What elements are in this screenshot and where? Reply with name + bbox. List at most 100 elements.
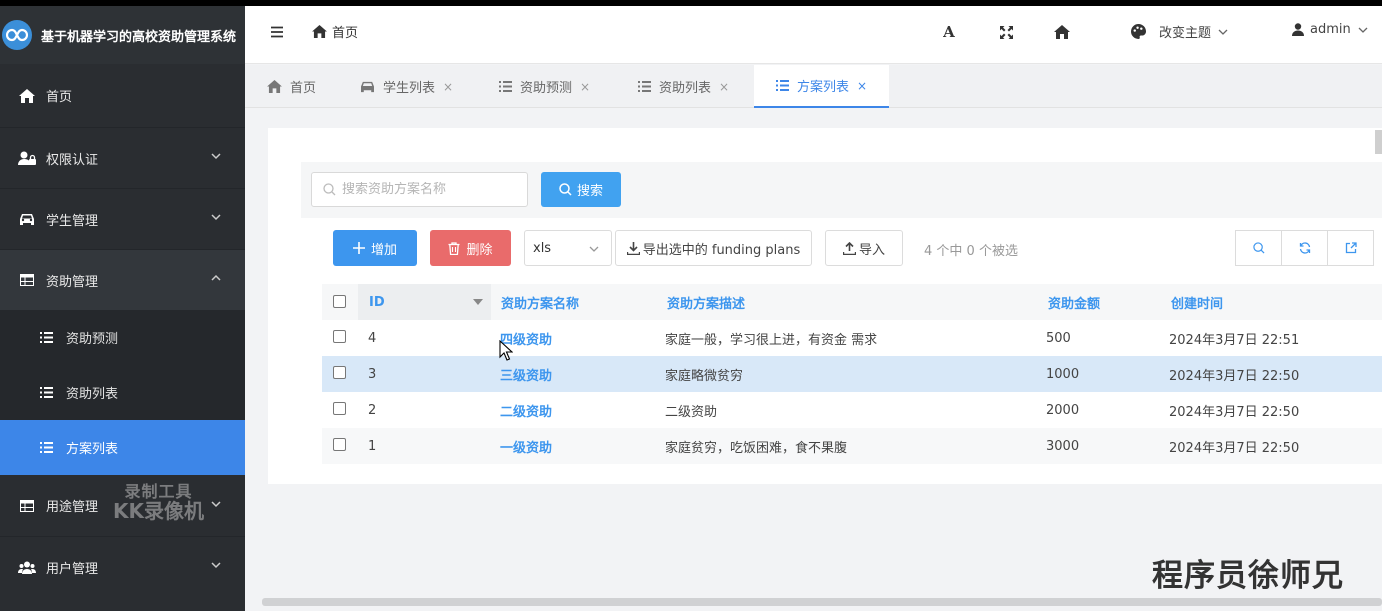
user-lock-icon bbox=[18, 150, 36, 166]
car-icon bbox=[18, 211, 36, 227]
fullscreen-icon[interactable] bbox=[998, 24, 1014, 40]
cell-amount: 2000 bbox=[1046, 402, 1080, 418]
home-icon[interactable] bbox=[1054, 24, 1070, 40]
tab-funding-predict[interactable]: 资助预测 × bbox=[499, 65, 590, 108]
sidebar-item-usage[interactable]: 用途管理 bbox=[0, 475, 245, 536]
chevron-down-icon bbox=[211, 153, 221, 160]
app-title: 基于机器学习的高校资助管理系统 bbox=[41, 29, 237, 45]
tab-plan-list[interactable]: 方案列表 × bbox=[754, 65, 890, 108]
tab-label: 资助列表 bbox=[659, 81, 712, 96]
sidebar-item-funding[interactable]: 资助管理 bbox=[0, 249, 245, 310]
vertical-scrollbar[interactable] bbox=[1375, 130, 1382, 154]
sidebar-item-auth[interactable]: 权限认证 bbox=[0, 127, 245, 188]
font-size-icon[interactable]: A bbox=[941, 23, 957, 41]
sidebar-item-students[interactable]: 学生管理 bbox=[0, 188, 245, 249]
search-button[interactable]: 搜索 bbox=[541, 172, 621, 207]
cell-id: 2 bbox=[368, 402, 377, 418]
sidebar-item-home[interactable]: 首页 bbox=[0, 64, 245, 127]
list-icon bbox=[499, 81, 512, 92]
toggle-search-button[interactable] bbox=[1235, 230, 1282, 266]
horizontal-scrollbar[interactable] bbox=[262, 598, 1382, 606]
refresh-icon bbox=[1299, 242, 1310, 254]
select-all-checkbox[interactable] bbox=[333, 295, 346, 308]
sidebar-item-label: 权限认证 bbox=[46, 152, 99, 168]
table-header: ID 资助方案名称 资助方案描述 资助金额 创建时间 bbox=[322, 284, 1382, 320]
column-header-desc[interactable]: 资助方案描述 bbox=[667, 284, 745, 320]
cell-name-link[interactable]: 二级资助 bbox=[500, 392, 552, 428]
search-field[interactable] bbox=[342, 182, 512, 197]
breadcrumb[interactable]: 首页 bbox=[312, 22, 358, 41]
sidebar-item-funding-list[interactable]: 资助列表 bbox=[0, 365, 245, 420]
list-icon bbox=[40, 442, 54, 454]
refresh-button[interactable] bbox=[1281, 230, 1328, 266]
tab-label: 首页 bbox=[290, 81, 317, 96]
close-icon[interactable]: × bbox=[580, 80, 590, 94]
table-row[interactable]: 2 二级资助 二级资助 2000 2024年3月7日 22:50 bbox=[322, 392, 1382, 428]
author-watermark: 程序员徐师兄 bbox=[1152, 558, 1344, 594]
row-checkbox[interactable] bbox=[333, 330, 346, 343]
delete-button[interactable]: 删除 bbox=[430, 230, 511, 266]
app-screen: 基于机器学习的高校资助管理系统 首页 权限认证 学生管理 资助管理 资助预测 资 bbox=[0, 6, 1382, 611]
close-icon[interactable]: × bbox=[719, 80, 729, 94]
tab-student-list[interactable]: 学生列表 × bbox=[360, 65, 453, 108]
cell-amount: 1000 bbox=[1046, 366, 1080, 382]
table-tools bbox=[1235, 230, 1374, 266]
add-button[interactable]: 增加 bbox=[333, 230, 417, 266]
cell-name-link[interactable]: 一级资助 bbox=[500, 428, 552, 464]
user-icon bbox=[1292, 23, 1304, 36]
table-icon bbox=[18, 272, 36, 288]
export-format-value: xls bbox=[533, 240, 552, 256]
table-row[interactable]: 3 三级资助 家庭略微贫穷 1000 2024年3月7日 22:50 bbox=[322, 356, 1382, 392]
export-button[interactable]: 导出选中的 funding plans bbox=[615, 230, 812, 266]
column-header-created[interactable]: 创建时间 bbox=[1171, 284, 1223, 320]
users-icon bbox=[18, 559, 36, 575]
tab-funding-list[interactable]: 资助列表 × bbox=[638, 65, 729, 108]
sidebar-item-plan-list[interactable]: 方案列表 bbox=[0, 420, 245, 475]
upload-icon bbox=[842, 241, 856, 255]
search-icon bbox=[1252, 242, 1265, 254]
sidebar-item-label: 资助管理 bbox=[46, 274, 99, 290]
table-row[interactable]: 4 四级资助 家庭一般，学习很上进，有资金 需求 500 2024年3月7日 2… bbox=[322, 320, 1382, 356]
chevron-down-icon bbox=[1358, 27, 1368, 33]
cell-desc: 二级资助 bbox=[665, 404, 718, 420]
add-button-label: 增加 bbox=[370, 242, 397, 258]
palette-icon bbox=[1131, 24, 1146, 39]
home-icon bbox=[18, 88, 36, 104]
cell-created: 2024年3月7日 22:50 bbox=[1169, 440, 1300, 456]
export-button-label: 导出选中的 funding plans bbox=[642, 242, 801, 258]
sidebar-item-users[interactable]: 用户管理 bbox=[0, 536, 245, 597]
cell-created: 2024年3月7日 22:50 bbox=[1169, 368, 1300, 384]
car-icon bbox=[361, 81, 374, 93]
import-button-label: 导入 bbox=[858, 242, 885, 258]
row-checkbox[interactable] bbox=[333, 402, 346, 415]
close-icon[interactable]: × bbox=[857, 79, 867, 93]
close-icon[interactable]: × bbox=[443, 80, 453, 94]
table-row[interactable]: 1 一级资助 家庭贫穷，吃饭困难，食不果腹 3000 2024年3月7日 22:… bbox=[322, 428, 1382, 464]
search-icon bbox=[559, 183, 572, 196]
user-menu[interactable]: admin bbox=[1292, 22, 1374, 37]
tab-home[interactable]: 首页 bbox=[267, 65, 316, 108]
row-checkbox[interactable] bbox=[333, 438, 346, 451]
menu-toggle-icon[interactable] bbox=[270, 25, 284, 39]
mouse-cursor-icon bbox=[499, 340, 513, 361]
search-input[interactable] bbox=[311, 172, 528, 207]
list-icon bbox=[776, 80, 789, 91]
column-header-amount[interactable]: 资助金额 bbox=[1048, 284, 1100, 320]
sidebar: 基于机器学习的高校资助管理系统 首页 权限认证 学生管理 资助管理 资助预测 资 bbox=[0, 6, 245, 611]
column-header-name[interactable]: 资助方案名称 bbox=[501, 284, 579, 320]
chevron-down-icon bbox=[589, 246, 599, 252]
list-icon bbox=[40, 332, 54, 344]
import-button[interactable]: 导入 bbox=[825, 230, 903, 266]
column-header-id[interactable]: ID bbox=[369, 284, 385, 320]
theme-switcher[interactable]: 改变主题 bbox=[1131, 22, 1241, 41]
chevron-up-icon bbox=[211, 274, 221, 281]
cell-created: 2024年3月7日 22:50 bbox=[1169, 404, 1300, 420]
column-settings-button[interactable] bbox=[1327, 230, 1374, 266]
export-format-select[interactable]: xls bbox=[524, 230, 612, 266]
brand: 基于机器学习的高校资助管理系统 bbox=[0, 6, 245, 64]
sort-desc-icon[interactable] bbox=[473, 299, 483, 305]
cell-id: 1 bbox=[368, 438, 377, 454]
sidebar-item-funding-predict[interactable]: 资助预测 bbox=[0, 310, 245, 365]
cell-desc: 家庭一般，学习很上进，有资金 需求 bbox=[665, 332, 878, 348]
row-checkbox[interactable] bbox=[333, 366, 346, 379]
